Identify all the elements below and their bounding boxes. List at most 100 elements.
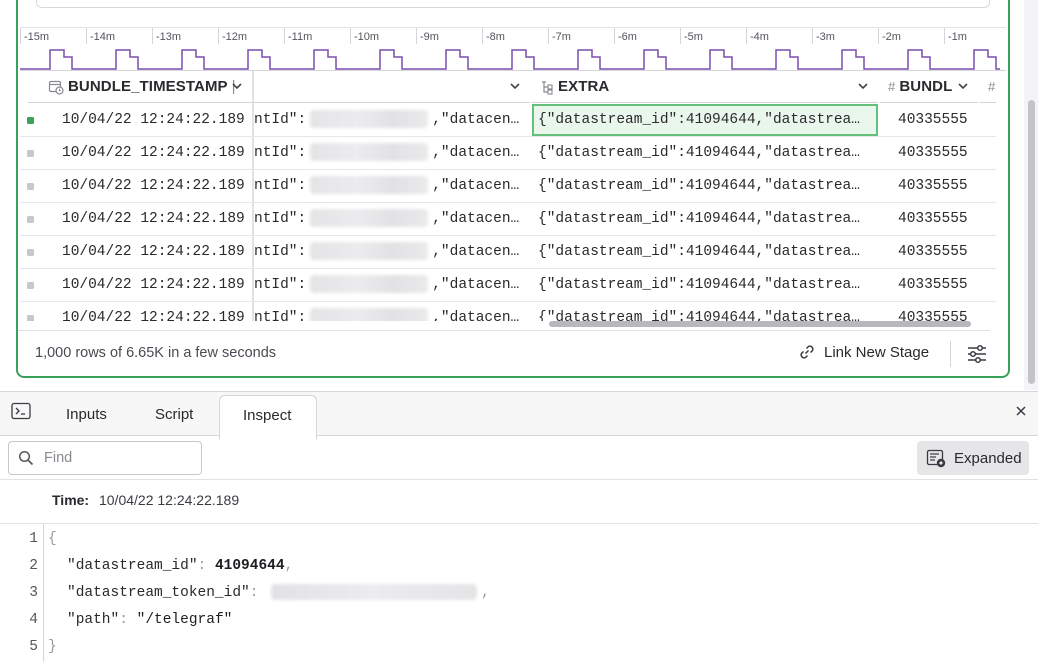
table-row[interactable]: 10/04/22 12:24:22.189 ntId": ,"datacen… {"d… — [20, 104, 996, 137]
table-horizontal-scrollbar[interactable] — [549, 321, 971, 327]
chevron-down-icon[interactable] — [956, 79, 970, 93]
numeric-type-icon: # — [988, 79, 996, 94]
row-count-status: 1,000 rows of 6.65K in a few seconds — [35, 345, 277, 361]
cell-hidden-field[interactable]: ntId": ,"datacen… — [254, 302, 526, 321]
column-header-label: BUNDLE_TIMESTAMP — [68, 78, 228, 95]
cell-extra[interactable]: {"datastream_id":41094644,"datastrea… — [538, 104, 874, 136]
cell-extra[interactable]: {"datastream_id":41094644,"datastrea… — [538, 137, 874, 169]
tab-inputs[interactable]: Inputs — [46, 392, 127, 436]
json-string-value: "/telegraf" — [136, 612, 233, 628]
page-scrollbar[interactable] — [1024, 0, 1038, 390]
column-header-bundle-id[interactable]: # BUNDL — [880, 71, 978, 103]
column-header-hidden-field[interactable] — [254, 71, 530, 103]
column-header-extra[interactable]: EXTRA — [532, 71, 878, 103]
console-panel: Inputs Script Inspect Expanded — [0, 391, 1038, 662]
tab-script[interactable]: Script — [135, 392, 213, 436]
cell-hidden-field[interactable]: ntId": ,"datacen… — [254, 203, 526, 235]
stage-footer: 1,000 rows of 6.65K in a few seconds Lin… — [18, 330, 990, 376]
sliders-icon[interactable] — [966, 343, 988, 365]
cell-hidden-field[interactable]: ntId": ,"datacen… — [254, 170, 526, 202]
chevron-down-icon[interactable] — [856, 79, 870, 93]
cell-text: ntId": — [254, 178, 307, 194]
cell-text: ntId": — [254, 112, 307, 128]
line-number: 1 — [29, 531, 38, 547]
json-key: "path" — [67, 612, 120, 628]
cell-timestamp[interactable]: 10/04/22 12:24:22.189 — [62, 269, 250, 301]
cell-hidden-field[interactable]: ntId": ,"datacen… — [254, 236, 526, 268]
cell-hidden-field[interactable]: ntId": ,"datacen… — [254, 137, 526, 169]
find-field[interactable] — [8, 441, 202, 475]
code-text: "datastream_id": 41094644, — [67, 553, 293, 580]
table-row[interactable]: 10/04/22 12:24:22.189 ntId": ,"datacen… {"d… — [20, 302, 996, 321]
cell-text: ,"datacen… — [432, 211, 520, 227]
line-number: 3 — [29, 585, 38, 601]
table-row[interactable]: 10/04/22 12:24:22.189 ntId": ,"datacen… {"d… — [20, 236, 996, 269]
row-indicator — [27, 117, 34, 124]
cell-extra[interactable]: {"datastream_id":41094644,"datastrea… — [538, 302, 874, 321]
redacted-value — [310, 209, 429, 228]
json-colon: : — [249, 585, 268, 601]
cell-timestamp[interactable]: 10/04/22 12:24:22.189 — [62, 203, 250, 235]
cell-text: ntId": — [254, 277, 307, 293]
link-new-stage-button[interactable]: Link New Stage — [798, 343, 929, 361]
cell-timestamp[interactable]: 10/04/22 12:24:22.189 — [62, 104, 250, 136]
cell-text: ,"datacen… — [432, 145, 520, 161]
expand-view-icon — [926, 449, 946, 468]
table-row[interactable]: 10/04/22 12:24:22.189 ntId": ,"datacen… {"d… — [20, 269, 996, 302]
terminal-icon[interactable] — [11, 402, 31, 420]
time-label: Time: — [52, 492, 90, 508]
cell-timestamp[interactable]: 10/04/22 12:24:22.189 — [62, 236, 250, 268]
redacted-value — [310, 308, 429, 321]
row-indicator — [27, 216, 34, 223]
cell-extra[interactable]: {"datastream_id":41094644,"datastrea… — [538, 236, 874, 268]
tab-inspect[interactable]: Inspect — [219, 395, 317, 440]
code-text: "path": "/telegraf" — [67, 607, 232, 634]
timeline-histogram[interactable]: -15m -14m -13m -12m -11m -10m -9m -8m -7m -6m -5m -… — [20, 27, 1006, 71]
table-row[interactable]: 10/04/22 12:24:22.189 ntId": ,"datacen… {"d… — [20, 137, 996, 170]
page-scrollbar-thumb[interactable] — [1028, 100, 1035, 384]
time-value: 10/04/22 12:24:22.189 — [98, 492, 240, 508]
column-header-bundle-timestamp[interactable]: BUNDLE_TIMESTAMP | — [28, 71, 252, 103]
cell-text: ntId": — [254, 145, 307, 161]
link-icon — [800, 345, 814, 359]
cell-extra[interactable]: {"datastream_id":41094644,"datastrea… — [538, 269, 874, 301]
close-icon[interactable] — [1014, 404, 1028, 418]
table-row[interactable]: 10/04/22 12:24:22.189 ntId": ,"datacen… {"d… — [20, 170, 996, 203]
code-line: 4 "path": "/telegraf" — [0, 607, 1038, 634]
cell-text: ,"datacen… — [432, 310, 520, 321]
cell-timestamp[interactable]: 10/04/22 12:24:22.189 — [62, 137, 250, 169]
cell-bundle-id[interactable]: 40335555 — [898, 302, 978, 321]
code-line: 2 "datastream_id": 41094644, — [0, 553, 1038, 580]
code-line: 5 } — [0, 634, 1038, 661]
column-header-next[interactable]: # — [980, 71, 996, 103]
cell-hidden-field[interactable]: ntId": ,"datacen… — [254, 104, 526, 136]
cell-bundle-id[interactable]: 40335555 — [898, 236, 978, 268]
cell-bundle-id[interactable]: 40335555 — [898, 269, 978, 301]
cell-hidden-field[interactable]: ntId": ,"datacen… — [254, 269, 526, 301]
cell-text: ,"datacen… — [432, 244, 520, 260]
cell-bundle-id[interactable]: 40335555 — [898, 170, 978, 202]
table-row[interactable]: 10/04/22 12:24:22.189 ntId": ,"datacen… {"d… — [20, 203, 996, 236]
cell-bundle-id[interactable]: 40335555 — [898, 137, 978, 169]
expanded-toggle-button[interactable]: Expanded — [917, 441, 1029, 475]
cell-text: ,"datacen… — [432, 112, 520, 128]
row-indicator — [27, 183, 34, 190]
chevron-down-icon[interactable] — [508, 79, 522, 93]
cell-extra[interactable]: {"datastream_id":41094644,"datastrea… — [538, 170, 874, 202]
inspect-time-row: Time: 10/04/22 12:24:22.189 — [52, 492, 239, 508]
redacted-value — [271, 584, 478, 601]
code-line: 3 "datastream_token_id": , — [0, 580, 1038, 607]
cell-bundle-id[interactable]: 40335555 — [898, 104, 978, 136]
cell-extra[interactable]: {"datastream_id":41094644,"datastrea… — [538, 203, 874, 235]
numeric-type-icon: # — [888, 79, 896, 94]
json-colon: : — [197, 558, 215, 574]
chevron-down-icon[interactable] — [230, 79, 244, 93]
cell-text: ntId": — [254, 244, 307, 260]
cell-timestamp[interactable]: 10/04/22 12:24:22.189 — [62, 302, 250, 321]
json-viewer[interactable]: 1 { 2 "datastream_id": 41094644, 3 "data… — [0, 524, 1038, 662]
json-comma: , — [481, 585, 490, 601]
cell-bundle-id[interactable]: 40335555 — [898, 203, 978, 235]
find-input[interactable] — [44, 450, 194, 466]
cell-timestamp[interactable]: 10/04/22 12:24:22.189 — [62, 170, 250, 202]
tab-label: Script — [155, 406, 194, 423]
